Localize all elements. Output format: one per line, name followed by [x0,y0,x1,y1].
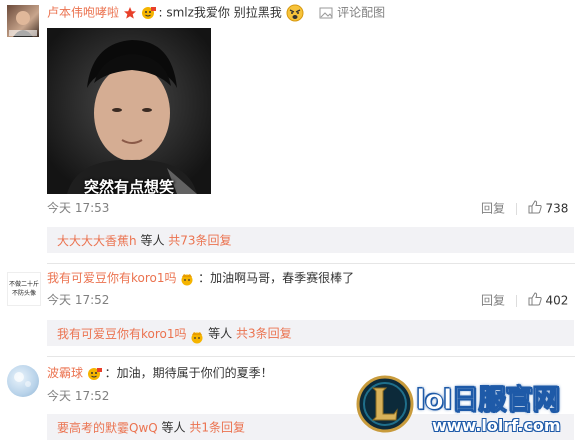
user-avatar[interactable]: 不做二十斤 不防头像 [7,272,41,306]
comment-text: ：加油啊马哥，春季赛很棒了 [198,271,355,285]
vip-emoji-badge-icon [141,6,156,20]
crown-badge-icon [180,272,194,286]
comment-text: ：加油，期待属于你们的夏季！ [104,366,273,380]
actions: 回复 738 [481,200,568,218]
watermark-title: lol日服官网 [415,383,560,417]
username-link[interactable]: 我有可爱豆你有koro1吗 [47,271,177,285]
comment-time: 今天 17:52 [47,389,110,403]
star-badge-icon [123,6,137,20]
person-photo [47,28,211,194]
like-count: 738 [545,201,569,216]
reply-mid-text: 等人 [208,326,233,341]
comment-footer: 今天 17:52 [47,388,109,404]
bubble-avatar-icon [14,372,31,387]
comment-time: 今天 17:52 [47,293,110,307]
comment-2: 不做二十斤 不防头像 我有可爱豆你有koro1吗 ：加油啊马哥，春季赛很棒了 今… [0,264,575,354]
picture-icon [319,6,333,20]
avatar-text-line-1: 不做二十斤 [8,281,39,288]
like-count: 402 [545,293,569,308]
view-comment-image-link[interactable]: 评论配图 [337,6,385,20]
vip-emoji-badge-icon [87,367,102,381]
comment-header: 波霸球 ：加油，期待属于你们的夏季！ [47,365,273,381]
reply-usernames[interactable]: 大大大大香蕉h [47,234,137,248]
replies-summary[interactable]: 我有可爱豆你有koro1吗 等人 共3条回复 [47,320,574,346]
user-avatar[interactable] [7,365,39,397]
comment-header: 我有可爱豆你有koro1吗 ：加油啊马哥，春季赛很棒了 [47,270,354,286]
comment-footer: 今天 17:52 [47,292,109,308]
reply-mid-text: 等人 [140,233,165,248]
reply-mid-text: 等人 [161,420,186,435]
comment-1: 卢本伟咆哮啦 : smlz我爱你 别拉黑我 评论配图 突然有点想笑 今天 17:… [0,0,575,253]
username-link[interactable]: 波霸球 [47,366,83,380]
league-logo-icon [356,374,414,434]
replies-summary[interactable]: 大大大大香蕉h 等人 共73条回复 [47,227,574,253]
username-link[interactable]: 卢本伟咆哮啦 [47,6,119,20]
reply-usernames[interactable]: 我有可爱豆你有koro1吗 [47,327,187,341]
crown-badge-icon [190,327,204,343]
view-replies-link[interactable]: 共1条回复 [189,421,245,435]
reply-button[interactable]: 回复 [481,294,505,308]
watermark-url: www.lolrf.com [432,416,561,435]
image-caption: 突然有点想笑 [83,178,174,194]
user-avatar[interactable] [7,5,39,37]
avatar-photo-icon [9,11,37,37]
thumbs-up-icon[interactable] [528,200,542,218]
comment-time: 今天 17:53 [47,201,110,215]
view-replies-link[interactable]: 共73条回复 [168,234,231,248]
reply-button[interactable]: 回复 [481,202,505,216]
comment-text: : smlz我爱你 别拉黑我 [158,5,282,20]
reply-usernames[interactable]: 要高考的默霎QwQ [47,421,158,435]
angry-emoji-icon [286,4,304,22]
site-watermark: lol日服官网 www.lolrf.com [356,370,575,443]
avatar-text-line-2: 不防头像 [11,290,36,297]
actions: 回复 402 [481,292,568,310]
comment-image[interactable]: 突然有点想笑 [47,28,211,194]
thumbs-up-icon[interactable] [528,292,542,310]
comment-header: 卢本伟咆哮啦 : smlz我爱你 别拉黑我 评论配图 [47,4,385,22]
view-replies-link[interactable]: 共3条回复 [236,327,292,341]
